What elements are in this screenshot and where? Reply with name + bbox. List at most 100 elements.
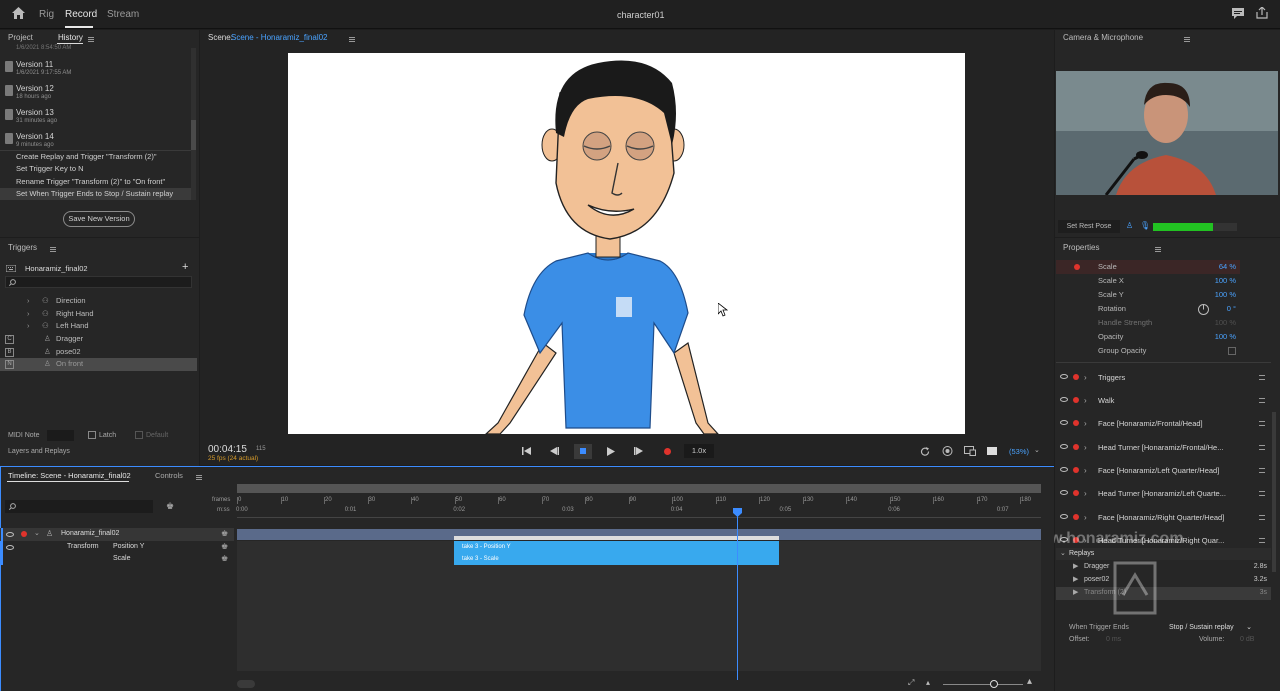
scene-name[interactable]: Scene - Honaramiz_final02 — [231, 33, 328, 42]
layer-row[interactable]: › Head Turner [Honaramiz/Frontal/He... — [1056, 436, 1271, 459]
take-bar-scale[interactable]: take 3 - Scale — [454, 553, 779, 565]
scene-menu-icon[interactable] — [349, 37, 356, 43]
midi-note-field[interactable] — [47, 430, 74, 441]
timeline-menu-icon[interactable] — [196, 475, 203, 481]
layer-row[interactable]: › Face [Honaramiz/Right Quarter/Head] — [1056, 506, 1271, 529]
trigger-row-selected[interactable]: N ♙ On front — [0, 358, 197, 371]
tab-timeline[interactable]: Timeline: Scene - Honaramiz_final02 — [8, 471, 131, 480]
mode-record[interactable]: Record — [65, 9, 97, 20]
trigger-row[interactable]: C ♙ Dragger — [0, 333, 197, 346]
playback-speed[interactable]: 1.0x — [684, 444, 714, 458]
version-item[interactable]: Version 13 31 minutes ago — [0, 105, 195, 129]
step-forward-icon[interactable] — [634, 447, 643, 455]
layer-row[interactable]: › Face [Honaramiz/Left Quarter/Head] — [1056, 459, 1271, 482]
comment-icon[interactable] — [1232, 8, 1244, 19]
playhead[interactable] — [737, 510, 738, 680]
trigger-row[interactable]: › ⚇ Left Hand — [0, 320, 197, 333]
stop-button[interactable] — [574, 444, 592, 459]
playhead-handle-icon[interactable] — [733, 508, 742, 517]
scene-canvas[interactable] — [288, 53, 965, 434]
prop-row-handle-strength[interactable]: Handle Strength 100 % — [1056, 316, 1240, 330]
play-icon[interactable] — [607, 447, 615, 456]
prop-row-scale[interactable]: Scale 64 % — [1056, 260, 1240, 274]
prop-row-scale-y[interactable]: Scale Y 100 % — [1056, 288, 1240, 302]
timeline-row-scale[interactable]: Scale ♚ — [0, 553, 234, 565]
layer-row[interactable]: › Head Turner [Honaramiz/Left Quarte... — [1056, 482, 1271, 505]
prop-row-scale-x[interactable]: Scale X 100 % — [1056, 274, 1240, 288]
volume-value[interactable]: 0 dB — [1240, 636, 1254, 643]
tab-project[interactable]: Project — [8, 33, 33, 42]
timeline-search-input[interactable] — [5, 500, 153, 513]
version-item[interactable]: Version 11 1/6/2021 9:17:55 AM — [0, 57, 195, 81]
onion-skin-icon[interactable] — [942, 446, 953, 456]
home-icon[interactable] — [12, 7, 25, 19]
prop-row-rotation[interactable]: Rotation 0 ° — [1056, 302, 1240, 316]
history-entry[interactable]: Create Replay and Trigger "Transform (2)… — [0, 151, 195, 163]
properties-menu-icon[interactable] — [1154, 247, 1161, 253]
time-tick-label: 0:01 — [344, 507, 357, 513]
prop-row-group-opacity[interactable]: Group Opacity — [1056, 344, 1240, 358]
offset-value[interactable]: 0 ms — [1106, 636, 1121, 643]
latch-checkbox[interactable] — [88, 431, 96, 439]
zoom-slider-thumb[interactable] — [990, 680, 998, 688]
step-back-icon[interactable] — [550, 447, 559, 455]
zoom-out-icon[interactable]: ▴ — [926, 678, 930, 687]
puppet-filter-icon[interactable]: ♚ — [166, 501, 174, 512]
timeline-row-puppet[interactable]: ⌄ ♙ Honaramiz_final02 ♚ — [0, 528, 234, 541]
go-to-start-icon[interactable] — [522, 447, 531, 455]
layer-row[interactable]: › Triggers — [1056, 366, 1271, 389]
tab-history[interactable]: History — [58, 33, 83, 42]
properties-scrollbar[interactable] — [1272, 412, 1276, 572]
add-trigger-button[interactable]: + — [182, 261, 188, 273]
version-item[interactable]: Version 12 18 hours ago — [0, 81, 195, 105]
history-entry-selected[interactable]: Set When Trigger Ends to Stop / Sustain … — [0, 188, 195, 200]
fit-icon[interactable]: ⤢ — [908, 678, 914, 688]
camera-menu-icon[interactable] — [1183, 37, 1190, 43]
set-rest-pose-button[interactable]: Set Rest Pose — [1058, 220, 1120, 233]
timeline-row-transform[interactable]: Transform Position Y ♚ — [0, 541, 234, 553]
record-dot[interactable] — [1074, 264, 1080, 270]
properties-title: Properties — [1063, 243, 1100, 252]
puppet-icon: ♚ — [221, 554, 229, 563]
share-icon[interactable] — [1256, 7, 1268, 19]
zoom-level[interactable]: (53%) — [1009, 447, 1029, 456]
layer-row[interactable]: › Face [Honaramiz/Frontal/Head] — [1056, 412, 1271, 435]
when-trigger-ends-dropdown[interactable]: Stop / Sustain replay ⌄ — [1166, 621, 1256, 634]
layer-row[interactable]: › Walk — [1056, 389, 1271, 412]
history-entry[interactable]: Rename Trigger "Transform (2)" to "On fr… — [0, 176, 195, 188]
time-tick-label: 0:05 — [779, 507, 792, 513]
microphone-icon[interactable]: 🎙 — [1140, 221, 1150, 230]
trigger-row[interactable]: › ⚇ Right Hand — [0, 308, 197, 321]
frame-tick-label: 90 — [629, 497, 637, 503]
when-trigger-ends-label: When Trigger Ends — [1069, 624, 1129, 631]
tab-controls[interactable]: Controls — [155, 471, 183, 480]
refresh-icon[interactable] — [920, 447, 930, 456]
history-menu-icon[interactable] — [88, 37, 94, 43]
zoom-slider[interactable] — [943, 684, 1023, 685]
mode-rig[interactable]: Rig — [39, 9, 54, 20]
timeline-scrollbar[interactable] — [237, 680, 255, 688]
trigger-row[interactable]: B ♙ pose02 — [0, 346, 197, 359]
frame-tick — [802, 497, 804, 504]
eye-icon — [1060, 444, 1068, 449]
record-button[interactable] — [664, 448, 671, 455]
background-color-swatch[interactable] — [987, 447, 997, 455]
triggers-menu-icon[interactable] — [50, 247, 57, 253]
take-bar-position-y[interactable]: take 3 - Position Y — [454, 541, 779, 553]
history-scrollbar[interactable] — [191, 48, 196, 200]
prop-row-opacity[interactable]: Opacity 100 % — [1056, 330, 1240, 344]
timeline-zoom-bar[interactable] — [237, 484, 1041, 493]
save-new-version-button[interactable]: Save New Version — [63, 211, 135, 227]
zoom-in-icon[interactable]: ▴ — [1027, 676, 1032, 687]
frame-tick-label: 140 — [847, 497, 858, 503]
display-settings-icon[interactable] — [964, 446, 976, 456]
trigger-search-input[interactable] — [5, 276, 192, 288]
group-opacity-checkbox[interactable] — [1228, 347, 1236, 355]
puppet-icon: ♚ — [221, 542, 229, 551]
zoom-chevron-down-icon[interactable]: ⌄ — [1034, 446, 1040, 454]
trigger-row[interactable]: › ⚇ Direction — [0, 295, 197, 308]
mode-stream[interactable]: Stream — [107, 9, 139, 20]
default-checkbox[interactable] — [135, 431, 143, 439]
camera-toggle-icon[interactable]: ♙ — [1126, 221, 1133, 230]
history-entry[interactable]: Set Trigger Key to N — [0, 163, 195, 175]
